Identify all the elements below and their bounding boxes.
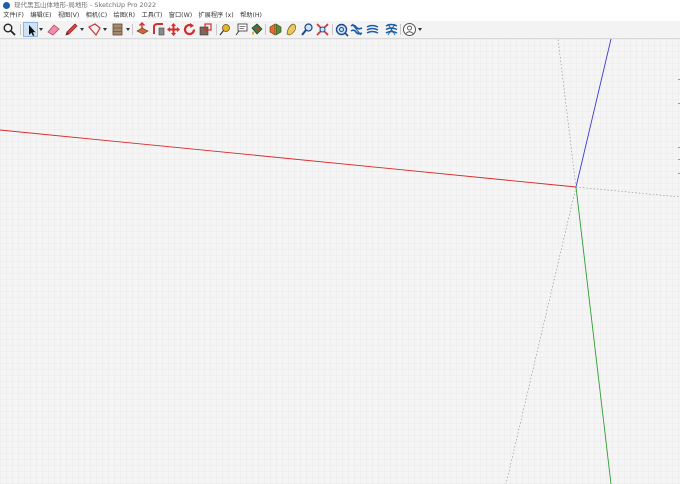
section-plane-icon[interactable] [268,22,283,37]
eraser-icon[interactable] [46,22,61,37]
menu-view[interactable]: 视图(V) [55,11,83,21]
sandbox-stamp-icon[interactable] [365,22,380,37]
follow-me-icon[interactable] [151,22,166,37]
menu-file[interactable]: 文件(F) [0,11,27,21]
select-dropdown-caret[interactable] [39,28,43,31]
wall-icon[interactable] [110,22,125,37]
select-arrow-icon[interactable] [23,22,38,37]
menu-bar: 文件(F) 编辑(E) 视图(V) 相机(C) 绘图(R) 工具(T) 窗口(W… [0,11,680,21]
zoom-extents-icon[interactable] [315,22,330,37]
green-axis [575,186,612,484]
menu-help[interactable]: 帮助(H) [237,11,265,21]
scale-icon[interactable] [198,22,213,37]
pencil-dropdown-caret[interactable] [80,28,84,31]
paint-bucket-icon[interactable] [249,22,264,37]
blue-axis-dotted [505,186,577,484]
profile-dropdown-caret[interactable] [418,28,422,31]
search-icon[interactable] [2,22,17,37]
move-icon[interactable] [166,22,181,37]
toolbar-separator [332,24,333,35]
green-axis-dotted [557,39,577,188]
shape-icon[interactable] [87,22,102,37]
menu-tools[interactable]: 工具(T) [138,11,165,21]
wall-dropdown-caret[interactable] [126,28,130,31]
axes-drawing [0,39,680,484]
modeling-viewport[interactable] [0,39,680,484]
menu-draw[interactable]: 绘图(R) [110,11,138,21]
toolbar-separator [20,24,21,35]
push-pull-icon[interactable] [135,22,150,37]
rotate-icon[interactable] [182,22,197,37]
toolbar-separator [132,24,133,35]
toolbar-separator [400,24,401,35]
red-axis [0,129,577,188]
profile-icon[interactable] [402,22,417,37]
blue-axis [575,39,612,188]
zoom-icon[interactable] [300,22,315,37]
sandbox-flip-icon[interactable] [384,22,399,37]
tape-measure-icon[interactable] [218,22,233,37]
menu-edit[interactable]: 编辑(E) [27,11,55,21]
text-label-icon[interactable] [234,22,249,37]
title-bar: 现代黑瓦山体地形-局地形 - SketchUp Pro 2022 [0,0,680,11]
sketchup-logo-icon [3,2,10,9]
pencil-icon[interactable] [64,22,79,37]
sandbox-smoove-icon[interactable] [349,22,364,37]
sandbox-scratch-icon[interactable] [334,22,349,37]
toolbar-separator [265,24,266,35]
menu-window[interactable]: 窗口(W) [166,11,196,21]
menu-extensions[interactable]: 扩展程序 (x) [195,11,237,21]
red-axis-dotted [575,186,680,198]
window-title: 现代黑瓦山体地形-局地形 - SketchUp Pro 2022 [14,1,157,9]
toolbar-separator [216,24,217,35]
walk-icon[interactable] [284,22,299,37]
menu-camera[interactable]: 相机(C) [82,11,110,21]
main-toolbar [0,21,680,39]
shape-dropdown-caret[interactable] [103,28,107,31]
